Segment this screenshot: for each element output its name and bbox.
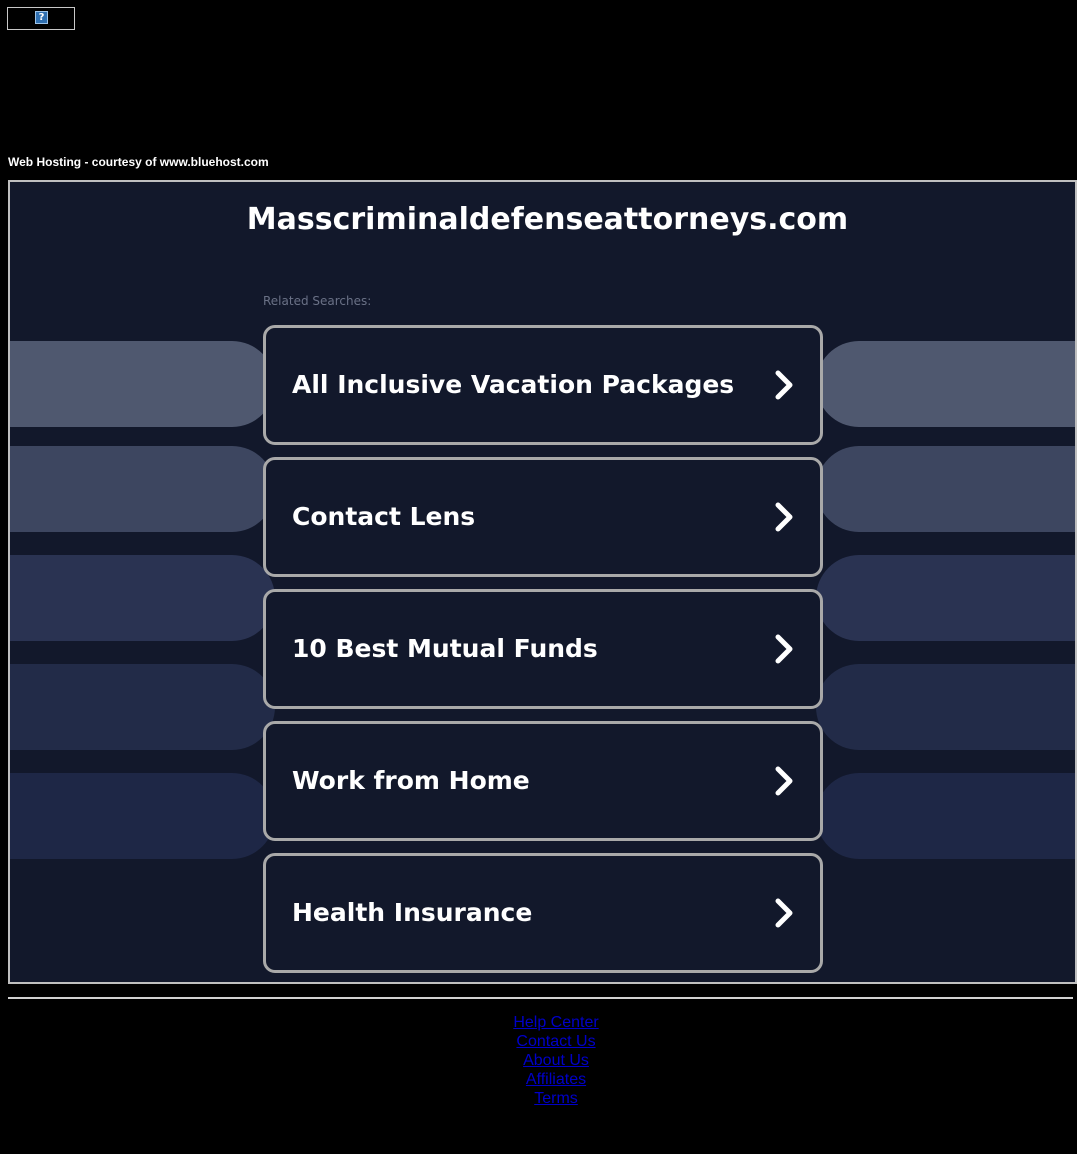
decor-pill-left-5 (10, 773, 275, 859)
decor-pill-right-3 (816, 555, 1075, 641)
search-card-label: Contact Lens (292, 502, 476, 531)
ad-slot-placeholder[interactable]: ? (7, 7, 75, 30)
footer-links: Help Center Contact Us About Us Affiliat… (8, 1013, 1077, 1108)
footer-link-help-center[interactable]: Help Center (4, 1013, 1077, 1032)
footer-link-about-us[interactable]: About Us (4, 1051, 1077, 1070)
decor-pill-right-1 (816, 341, 1075, 427)
chevron-right-icon (775, 370, 793, 400)
search-card-1[interactable]: All Inclusive Vacation Packages (263, 325, 823, 445)
chevron-right-icon (775, 898, 793, 928)
chevron-right-icon (775, 766, 793, 796)
search-card-5[interactable]: Health Insurance (263, 853, 823, 973)
footer-divider (8, 997, 1073, 999)
decor-pill-left-4 (10, 664, 275, 750)
search-card-2[interactable]: Contact Lens (263, 457, 823, 577)
decor-pill-left-1 (10, 341, 275, 427)
decor-pill-right-2 (816, 446, 1075, 532)
search-card-label: Work from Home (292, 766, 530, 795)
search-card-4[interactable]: Work from Home (263, 721, 823, 841)
related-searches-label: Related Searches: (263, 294, 372, 308)
footer-link-terms[interactable]: Terms (4, 1089, 1077, 1108)
broken-image-icon: ? (35, 11, 48, 24)
parked-domain-panel: Masscriminaldefenseattorneys.com Related… (8, 180, 1077, 984)
decor-pill-right-5 (816, 773, 1075, 859)
chevron-right-icon (775, 502, 793, 532)
footer-link-contact-us[interactable]: Contact Us (4, 1032, 1077, 1051)
search-card-label: 10 Best Mutual Funds (292, 634, 598, 663)
chevron-right-icon (775, 634, 793, 664)
hosting-note: Web Hosting - courtesy of www.bluehost.c… (8, 155, 269, 169)
decor-pill-right-4 (816, 664, 1075, 750)
domain-title: Masscriminaldefenseattorneys.com (246, 202, 849, 237)
decor-pill-left-2 (10, 446, 275, 532)
search-card-3[interactable]: 10 Best Mutual Funds (263, 589, 823, 709)
search-card-label: Health Insurance (292, 898, 533, 927)
search-card-label: All Inclusive Vacation Packages (292, 370, 735, 399)
footer-link-affiliates[interactable]: Affiliates (4, 1070, 1077, 1089)
decor-pill-left-3 (10, 555, 275, 641)
